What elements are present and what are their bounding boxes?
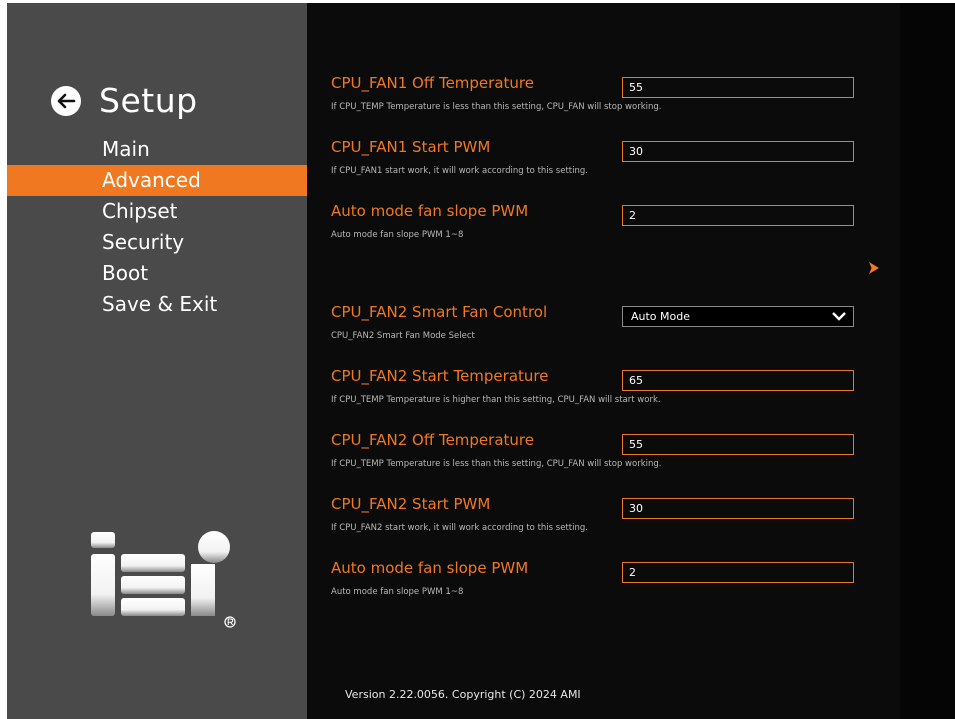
sidebar-item-chipset[interactable]: Chipset bbox=[7, 196, 307, 227]
mouse-cursor-icon bbox=[869, 262, 879, 274]
select-value: Auto Mode bbox=[631, 310, 691, 323]
iei-logo bbox=[91, 531, 236, 628]
fan1-slope-pwm-input[interactable]: 2 bbox=[622, 205, 854, 226]
setting-description: Auto mode fan slope PWM 1~8 bbox=[331, 587, 464, 597]
setting-label: CPU_FAN1 Off Temperature bbox=[331, 74, 534, 92]
title-row: Setup bbox=[51, 81, 198, 120]
cpu-fan2-off-temperature-input[interactable]: 55 bbox=[622, 434, 854, 455]
version-footer: Version 2.22.0056. Copyright (C) 2024 AM… bbox=[345, 688, 581, 701]
cpu-fan1-off-temperature-input[interactable]: 55 bbox=[622, 77, 854, 98]
setting-description: If CPU_FAN1 start work, it will work acc… bbox=[331, 166, 588, 176]
setting-description: CPU_FAN2 Smart Fan Mode Select bbox=[331, 331, 475, 341]
sidebar-nav: Main Advanced Chipset Security Boot Save… bbox=[7, 134, 307, 320]
setting-label: CPU_FAN1 Start PWM bbox=[331, 138, 491, 156]
bios-window: Setup Main Advanced Chipset Security Boo… bbox=[7, 3, 955, 719]
cpu-fan1-start-pwm-input[interactable]: 30 bbox=[622, 141, 854, 162]
setting-description: If CPU_TEMP Temperature is higher than t… bbox=[331, 395, 661, 405]
sidebar-item-security[interactable]: Security bbox=[7, 227, 307, 258]
sidebar-item-boot[interactable]: Boot bbox=[7, 258, 307, 289]
sidebar-item-save-exit[interactable]: Save & Exit bbox=[7, 289, 307, 320]
chevron-down-icon bbox=[832, 312, 846, 321]
setting-label: Auto mode fan slope PWM bbox=[331, 202, 529, 220]
setting-label: CPU_FAN2 Smart Fan Control bbox=[331, 303, 548, 321]
fan2-slope-pwm-input[interactable]: 2 bbox=[622, 562, 854, 583]
setting-label: CPU_FAN2 Start PWM bbox=[331, 495, 491, 513]
cpu-fan2-start-temperature-input[interactable]: 65 bbox=[622, 370, 854, 391]
setting-description: If CPU_TEMP Temperature is less than thi… bbox=[331, 102, 662, 112]
cpu-fan2-start-pwm-input[interactable]: 30 bbox=[622, 498, 854, 519]
page-title: Setup bbox=[99, 81, 198, 120]
setting-description: If CPU_TEMP Temperature is less than thi… bbox=[331, 459, 662, 469]
main-panel: CPU_FAN1 Off Temperature 55 If CPU_TEMP … bbox=[307, 3, 900, 719]
setting-label: CPU_FAN2 Start Temperature bbox=[331, 367, 549, 385]
cpu-fan2-smart-fan-control-select[interactable]: Auto Mode bbox=[622, 306, 854, 327]
sidebar-item-advanced[interactable]: Advanced bbox=[7, 165, 307, 196]
back-arrow-icon[interactable] bbox=[51, 85, 81, 116]
setting-label: CPU_FAN2 Off Temperature bbox=[331, 431, 534, 449]
sidebar-item-main[interactable]: Main bbox=[7, 134, 307, 165]
setting-label: Auto mode fan slope PWM bbox=[331, 559, 529, 577]
setting-description: If CPU_FAN2 start work, it will work acc… bbox=[331, 523, 588, 533]
sidebar: Setup Main Advanced Chipset Security Boo… bbox=[7, 3, 307, 719]
setting-description: Auto mode fan slope PWM 1~8 bbox=[331, 230, 464, 240]
right-panel bbox=[900, 3, 955, 719]
